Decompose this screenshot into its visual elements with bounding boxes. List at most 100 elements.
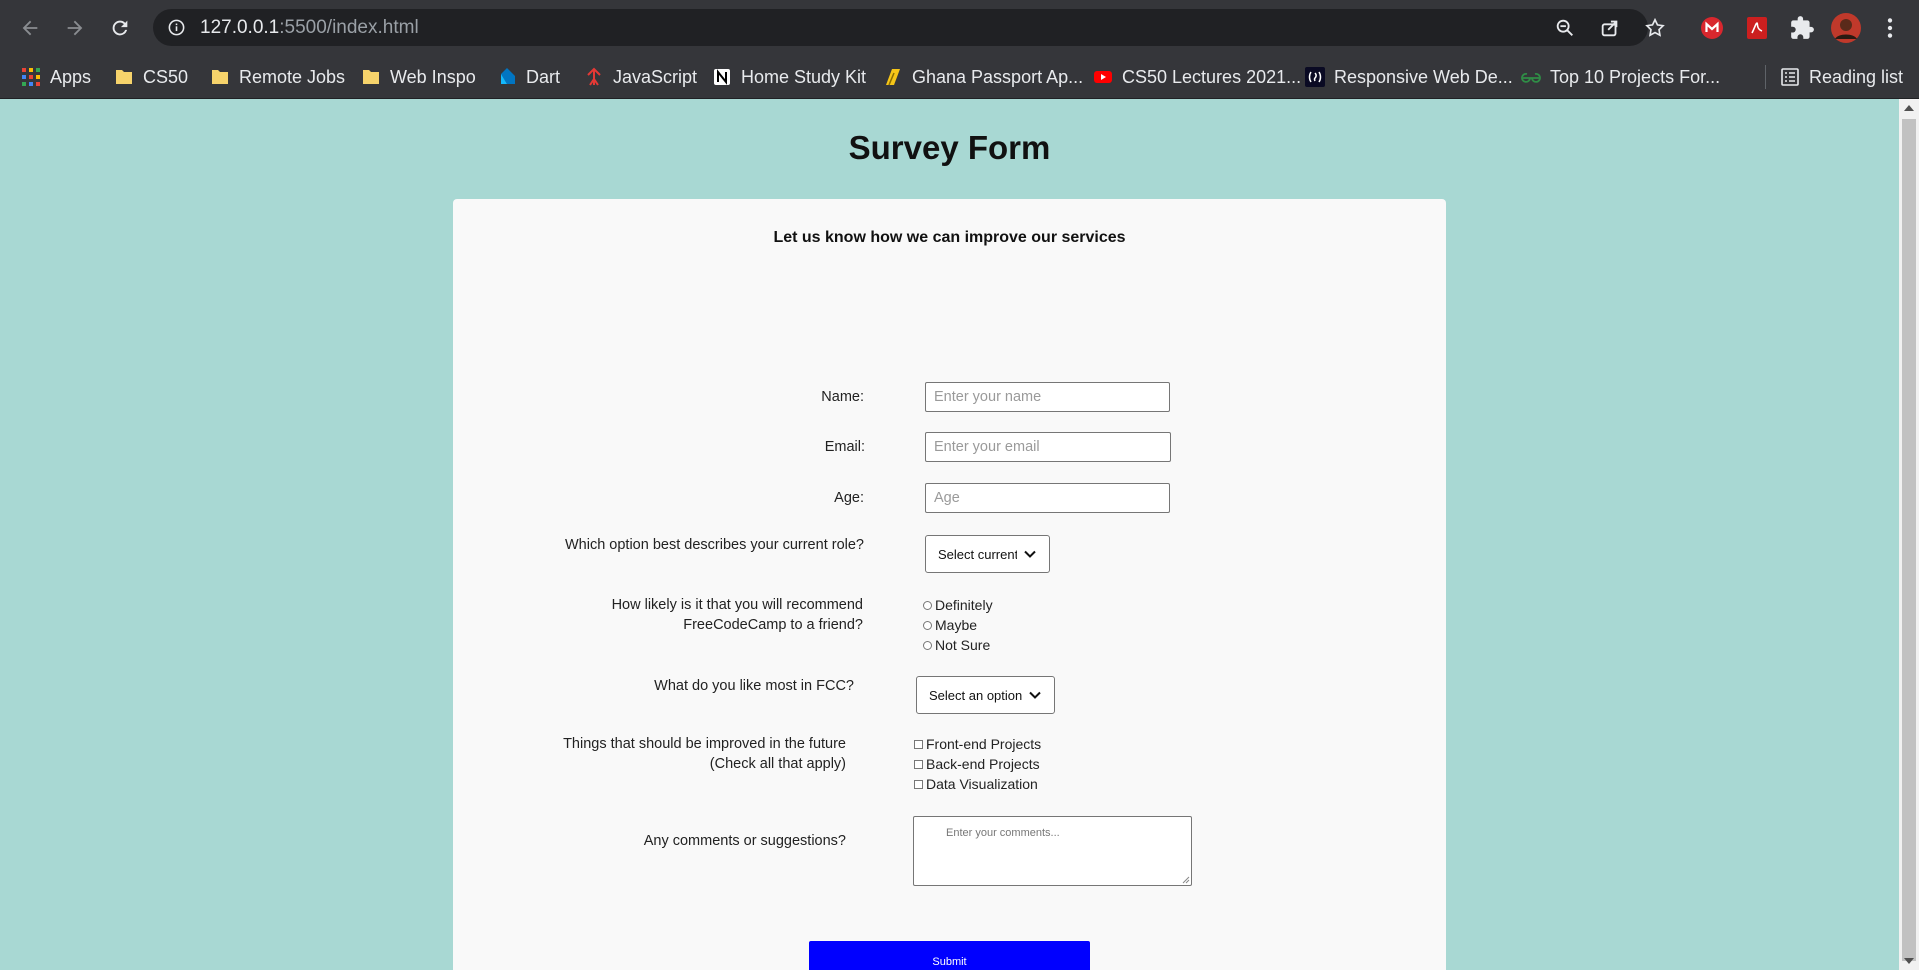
role-label: Which option best describes your current… — [564, 537, 864, 553]
submit-button[interactable]: Submit — [809, 941, 1090, 970]
bookmark-star-icon[interactable] — [1644, 17, 1666, 39]
improve-option-back-end[interactable]: Back-end Projects — [914, 754, 1041, 774]
profile-avatar-icon[interactable] — [1830, 12, 1862, 44]
radio-button[interactable] — [923, 620, 932, 630]
bookmark-label: CS50 Lectures 2021... — [1122, 66, 1302, 87]
bookmark-cs50-lectures[interactable]: CS50 Lectures 2021... — [1093, 55, 1301, 99]
mega-extension-icon[interactable] — [1699, 15, 1725, 41]
chevron-down-icon — [1024, 550, 1036, 558]
bookmark-dart[interactable]: Dart — [497, 55, 560, 99]
reload-button[interactable] — [104, 13, 136, 43]
reading-list-icon — [1781, 68, 1799, 86]
bookmark-responsive-web-design[interactable]: Responsive Web De... — [1305, 55, 1513, 99]
geeksforgeeks-icon — [1521, 73, 1541, 83]
bookmark-label: Home Study Kit — [741, 66, 867, 87]
improve-option-data-visualization[interactable]: Data Visualization — [914, 774, 1041, 794]
age-label: Age: — [834, 490, 864, 506]
reading-list-button[interactable]: Reading list — [1780, 55, 1903, 99]
bookmark-apps[interactable]: Apps — [21, 55, 91, 99]
recommend-option-maybe[interactable]: Maybe — [923, 615, 993, 635]
notion-logo-icon — [714, 69, 730, 85]
more-menu-icon[interactable] — [1877, 15, 1903, 41]
option-label: Data Visualization — [926, 776, 1038, 792]
checkbox[interactable] — [914, 779, 923, 789]
pdf-extension-icon[interactable] — [1744, 15, 1770, 41]
extensions-puzzle-icon[interactable] — [1789, 15, 1815, 41]
bookmark-remote-jobs[interactable]: Remote Jobs — [210, 55, 345, 99]
bookmark-label: Remote Jobs — [239, 66, 346, 87]
email-label: Email: — [824, 439, 865, 455]
bookmark-label: Web Inspo — [390, 66, 476, 87]
like-label: What do you like most in FCC? — [654, 678, 854, 694]
bookmark-top-10-projects[interactable]: Top 10 Projects For... — [1521, 55, 1720, 99]
scrollbar-thumb[interactable] — [1902, 119, 1916, 961]
bookmark-label: Apps — [50, 66, 92, 87]
bookmark-label: Dart — [526, 66, 561, 87]
scroll-down-arrow-icon[interactable] — [1904, 958, 1914, 964]
role-select-value: Select current role — [938, 546, 1017, 562]
url-text: 127.0.0.1:5500/index.html — [200, 17, 419, 38]
folder-icon — [363, 70, 379, 84]
folder-icon — [212, 70, 228, 84]
reading-list-label: Reading list — [1809, 66, 1904, 87]
name-input[interactable] — [925, 382, 1170, 412]
checkbox[interactable] — [914, 739, 923, 749]
apps-grid-icon — [22, 68, 40, 86]
bookmark-label: Top 10 Projects For... — [1550, 66, 1721, 87]
option-label: Not Sure — [935, 637, 991, 653]
bookmark-label: JavaScript — [613, 66, 698, 87]
zoom-icon[interactable] — [1554, 17, 1576, 39]
improve-label-line-2: (Check all that apply) — [709, 756, 846, 772]
radio-button[interactable] — [923, 600, 932, 610]
name-label: Name: — [821, 389, 864, 405]
bookmark-label: CS50 — [143, 66, 189, 87]
role-select[interactable]: Select current role — [925, 535, 1050, 573]
bookmark-label: Ghana Passport Ap... — [912, 66, 1084, 87]
dart-logo-icon — [501, 68, 515, 84]
recommend-option-not-sure[interactable]: Not Sure — [923, 635, 993, 655]
bookmark-javascript[interactable]: JavaScript — [584, 55, 697, 99]
bookmark-cs50[interactable]: CS50 — [114, 55, 188, 99]
email-input[interactable] — [925, 432, 1171, 462]
bookmark-home-study-kit[interactable]: Home Study Kit — [712, 55, 866, 99]
back-arrow-icon — [22, 20, 38, 36]
bookmark-ghana-passport[interactable]: Ghana Passport Ap... — [883, 55, 1083, 99]
browser-toolbar: 127.0.0.1:5500/index.html — [0, 0, 1919, 55]
form-description: Let us know how we can improve our servi… — [773, 229, 1126, 246]
improve-label-line-1: Things that should be improved in the fu… — [563, 736, 846, 752]
radio-button[interactable] — [923, 640, 932, 650]
improve-option-front-end[interactable]: Front-end Projects — [914, 734, 1041, 754]
back-button[interactable] — [14, 13, 46, 43]
youtube-icon — [1094, 71, 1112, 83]
checkbox[interactable] — [914, 759, 923, 769]
improve-label: Things that should be improved in the fu… — [513, 734, 846, 774]
share-icon[interactable] — [1599, 17, 1621, 39]
improve-options: Front-end Projects Back-end Projects Dat… — [914, 734, 1041, 794]
page-scrollbar[interactable] — [1899, 99, 1919, 970]
javascript-site-icon — [587, 67, 601, 86]
page-viewport: Survey Form Let us know how we can impro… — [0, 99, 1899, 970]
address-bar[interactable]: 127.0.0.1:5500/index.html — [153, 9, 1665, 46]
resize-grip-icon[interactable] — [1181, 875, 1190, 884]
folder-icon — [116, 70, 132, 84]
chevron-down-icon — [1029, 691, 1041, 699]
like-select-value: Select an option — [929, 687, 1022, 703]
option-label: Definitely — [935, 597, 993, 613]
forward-button[interactable] — [59, 13, 91, 43]
site-info-icon[interactable] — [167, 18, 186, 37]
comments-field — [913, 816, 1192, 886]
age-input[interactable] — [925, 483, 1170, 513]
bookmarks-bar: Apps CS50 Remote Jobs Web Inspo Dart Jav… — [0, 55, 1919, 99]
scroll-up-arrow-icon[interactable] — [1904, 105, 1914, 111]
bookmark-web-inspo[interactable]: Web Inspo — [361, 55, 476, 99]
comments-textarea[interactable] — [913, 816, 1192, 886]
recommend-option-definitely[interactable]: Definitely — [923, 595, 993, 615]
bookmarks-divider — [1765, 65, 1766, 89]
bookmark-label: Responsive Web De... — [1334, 66, 1513, 87]
recommend-label-line-2: FreeCodeCamp to a friend? — [683, 617, 863, 633]
option-label: Front-end Projects — [926, 736, 1042, 752]
like-select[interactable]: Select an option — [916, 676, 1055, 714]
recommend-label-line-1: How likely is it that you will recommend — [611, 597, 863, 613]
survey-form: Let us know how we can improve our servi… — [453, 199, 1446, 970]
option-label: Back-end Projects — [926, 756, 1040, 772]
